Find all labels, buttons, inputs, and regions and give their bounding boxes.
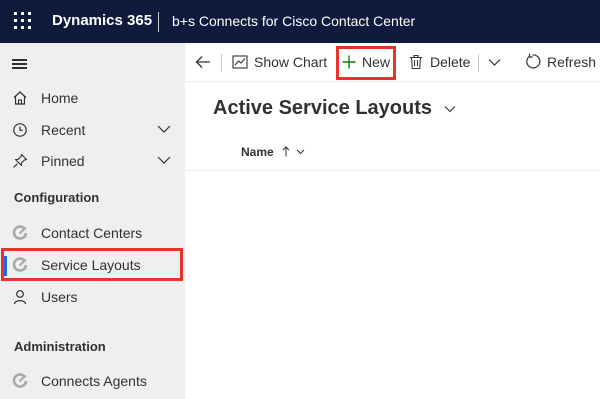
sidebar-item-home[interactable]: Home [0,84,185,112]
refresh-icon [526,53,541,69]
brand-title[interactable]: Dynamics 365 [52,12,152,29]
sort-ascending-icon [282,146,290,157]
pin-icon [13,153,28,168]
view-selector[interactable]: Active Service Layouts [213,97,456,120]
clock-icon [13,123,27,137]
highlight-new-button [336,46,396,80]
sidebar-item-label: Users [41,289,78,305]
command-bar: Show Chart New Delete Refresh [185,43,600,82]
topbar-divider [158,12,159,32]
section-title-configuration: Configuration [14,190,100,205]
chevron-down-icon[interactable] [157,155,171,165]
column-header-label: Name [241,145,274,159]
chevron-down-icon[interactable] [157,124,171,134]
app-name[interactable]: b+s Connects for Cisco Contact Center [172,13,415,29]
entity-icon [12,225,28,240]
home-icon [13,91,27,105]
column-header-name[interactable]: Name [241,145,305,159]
sidebar: Home Recent Pinned Configuration Contact… [0,43,185,399]
sidebar-item-contact-centers[interactable]: Contact Centers [0,219,185,247]
hamburger-menu-icon[interactable] [12,59,27,69]
chevron-down-icon [297,149,305,155]
main-content: Active Service Layouts Name [185,82,600,399]
sidebar-item-label: Home [41,90,79,106]
chevron-down-icon [444,105,455,112]
sidebar-item-pinned[interactable]: Pinned [0,147,185,175]
sidebar-item-label: Connects Agents [41,373,147,389]
chevron-down-icon [488,59,501,66]
sidebar-item-label: Recent [41,122,86,138]
view-title: Active Service Layouts [213,97,432,119]
show-chart-label: Show Chart [254,54,328,70]
more-commands-dropdown[interactable] [485,43,505,81]
top-bar: Dynamics 365 b+s Connects for Cisco Cont… [0,0,600,43]
highlight-service-layouts [1,248,183,281]
back-arrow-icon [195,56,210,68]
trash-icon [410,54,422,70]
sidebar-item-label: Pinned [41,153,85,169]
sidebar-item-connects-agents[interactable]: Connects Agents [0,367,185,395]
grid-header-divider [185,170,600,171]
show-chart-button[interactable]: Show Chart [230,43,328,81]
back-button[interactable] [193,43,215,81]
chart-icon [232,55,248,69]
sidebar-item-users[interactable]: Users [0,283,185,311]
delete-button[interactable]: Delete [409,43,471,81]
command-separator [221,54,222,72]
refresh-label: Refresh [547,54,597,70]
user-icon [13,290,27,305]
section-title-administration: Administration [14,339,106,354]
entity-icon [12,373,28,388]
delete-label: Delete [430,54,471,70]
command-separator [478,54,479,72]
sidebar-item-recent[interactable]: Recent [0,116,185,144]
app-launcher-icon[interactable] [14,12,32,30]
refresh-button[interactable]: Refresh [524,43,600,81]
sidebar-item-label: Contact Centers [41,225,143,241]
